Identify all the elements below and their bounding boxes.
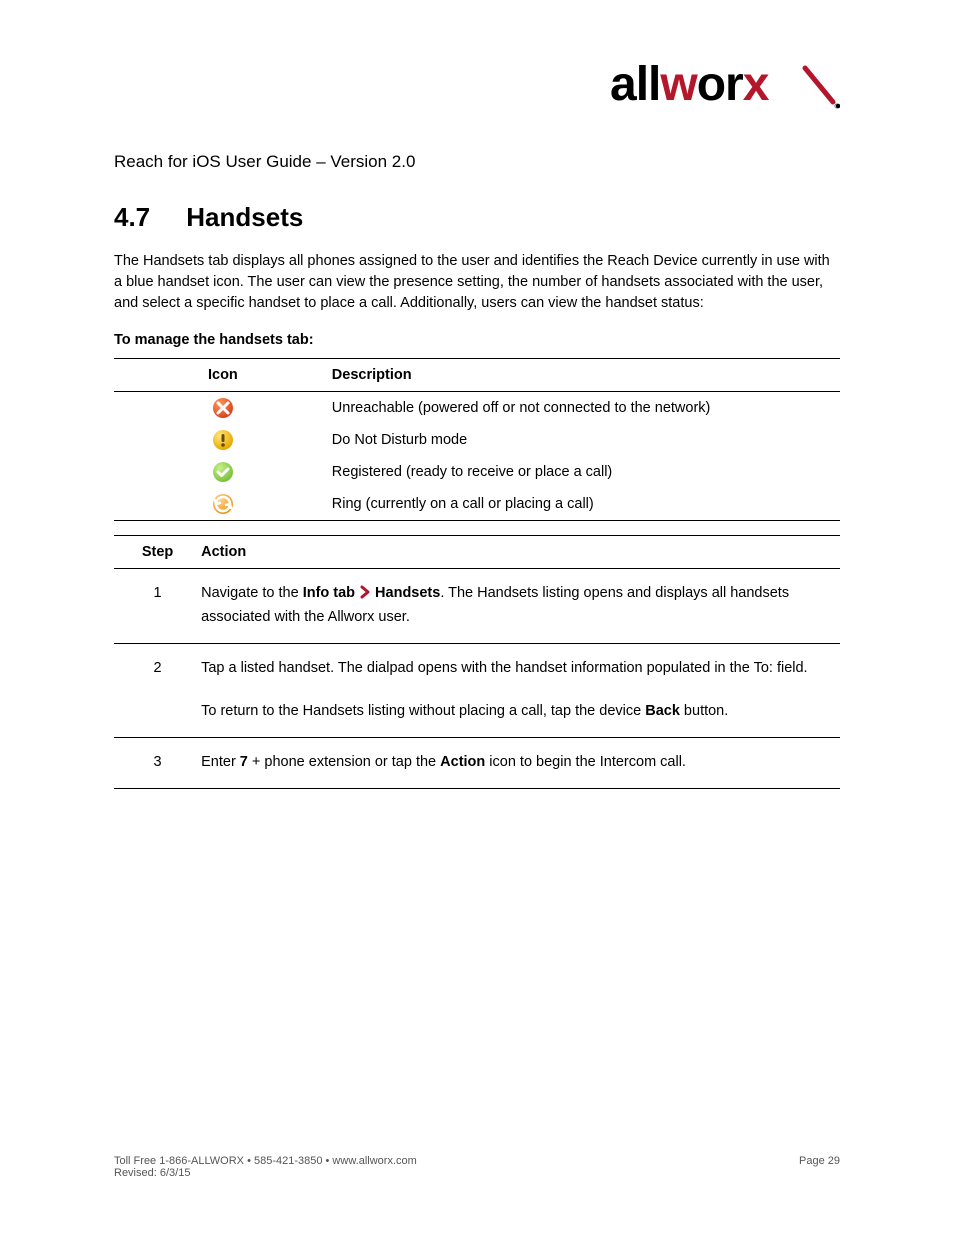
svg-text:allworx: allworx	[610, 58, 770, 111]
step-row: 2Tap a listed handset. The dialpad opens…	[114, 643, 840, 737]
ring-icon	[212, 493, 234, 515]
chevron-right-icon	[358, 585, 372, 607]
icon-desc: Do Not Disturb mode	[332, 424, 840, 456]
svg-text:®: ®	[835, 104, 840, 111]
icon-table-header-desc: Description	[332, 359, 840, 391]
steps-header-step: Step	[114, 536, 201, 569]
doc-title: Reach for iOS User Guide – Version 2.0	[114, 152, 840, 172]
icon-table: Icon Description Unreachable (powered of…	[114, 358, 840, 521]
logo: allworx ®	[610, 56, 840, 119]
icon-row-ring: Ring (currently on a call or placing a c…	[114, 488, 840, 520]
steps-header-action: Action	[201, 536, 840, 569]
intro-paragraph: The Handsets tab displays all phones ass…	[114, 251, 840, 314]
icon-row-registered: Registered (ready to receive or place a …	[114, 456, 840, 488]
unreachable-icon	[212, 397, 234, 419]
icon-desc: Registered (ready to receive or place a …	[332, 456, 840, 488]
step-action: Navigate to the Info tabHandsets. The Ha…	[201, 569, 840, 644]
footer-left: Toll Free 1-866-ALLWORX • 585-421-3850 •…	[114, 1155, 417, 1179]
icon-desc: Unreachable (powered off or not connecte…	[332, 392, 840, 424]
icon-row-dnd: Do Not Disturb mode	[114, 424, 840, 456]
step-row: 1Navigate to the Info tabHandsets. The H…	[114, 569, 840, 644]
step-row: 3Enter 7 + phone extension or tap the Ac…	[114, 737, 840, 788]
step-number: 2	[114, 643, 201, 737]
icon-table-header-icon: Icon	[114, 359, 332, 391]
step-action: Enter 7 + phone extension or tap the Act…	[201, 737, 840, 788]
footer: Toll Free 1-866-ALLWORX • 585-421-3850 •…	[114, 1155, 840, 1179]
registered-icon	[212, 461, 234, 483]
footer-right: Page 29	[799, 1155, 840, 1179]
step-number: 1	[114, 569, 201, 644]
icon-row-unreachable: Unreachable (powered off or not connecte…	[114, 392, 840, 424]
steps-table: Step Action 1Navigate to the Info tabHan…	[114, 535, 840, 789]
step-number: 3	[114, 737, 201, 788]
step-action: Tap a listed handset. The dialpad opens …	[201, 643, 840, 737]
section-number: 4.7 Handsets	[114, 202, 840, 233]
section-title: Handsets	[186, 202, 303, 232]
to-manage-label: To manage the handsets tab:	[114, 332, 840, 348]
icon-desc: Ring (currently on a call or placing a c…	[332, 488, 840, 520]
dnd-icon	[212, 429, 234, 451]
